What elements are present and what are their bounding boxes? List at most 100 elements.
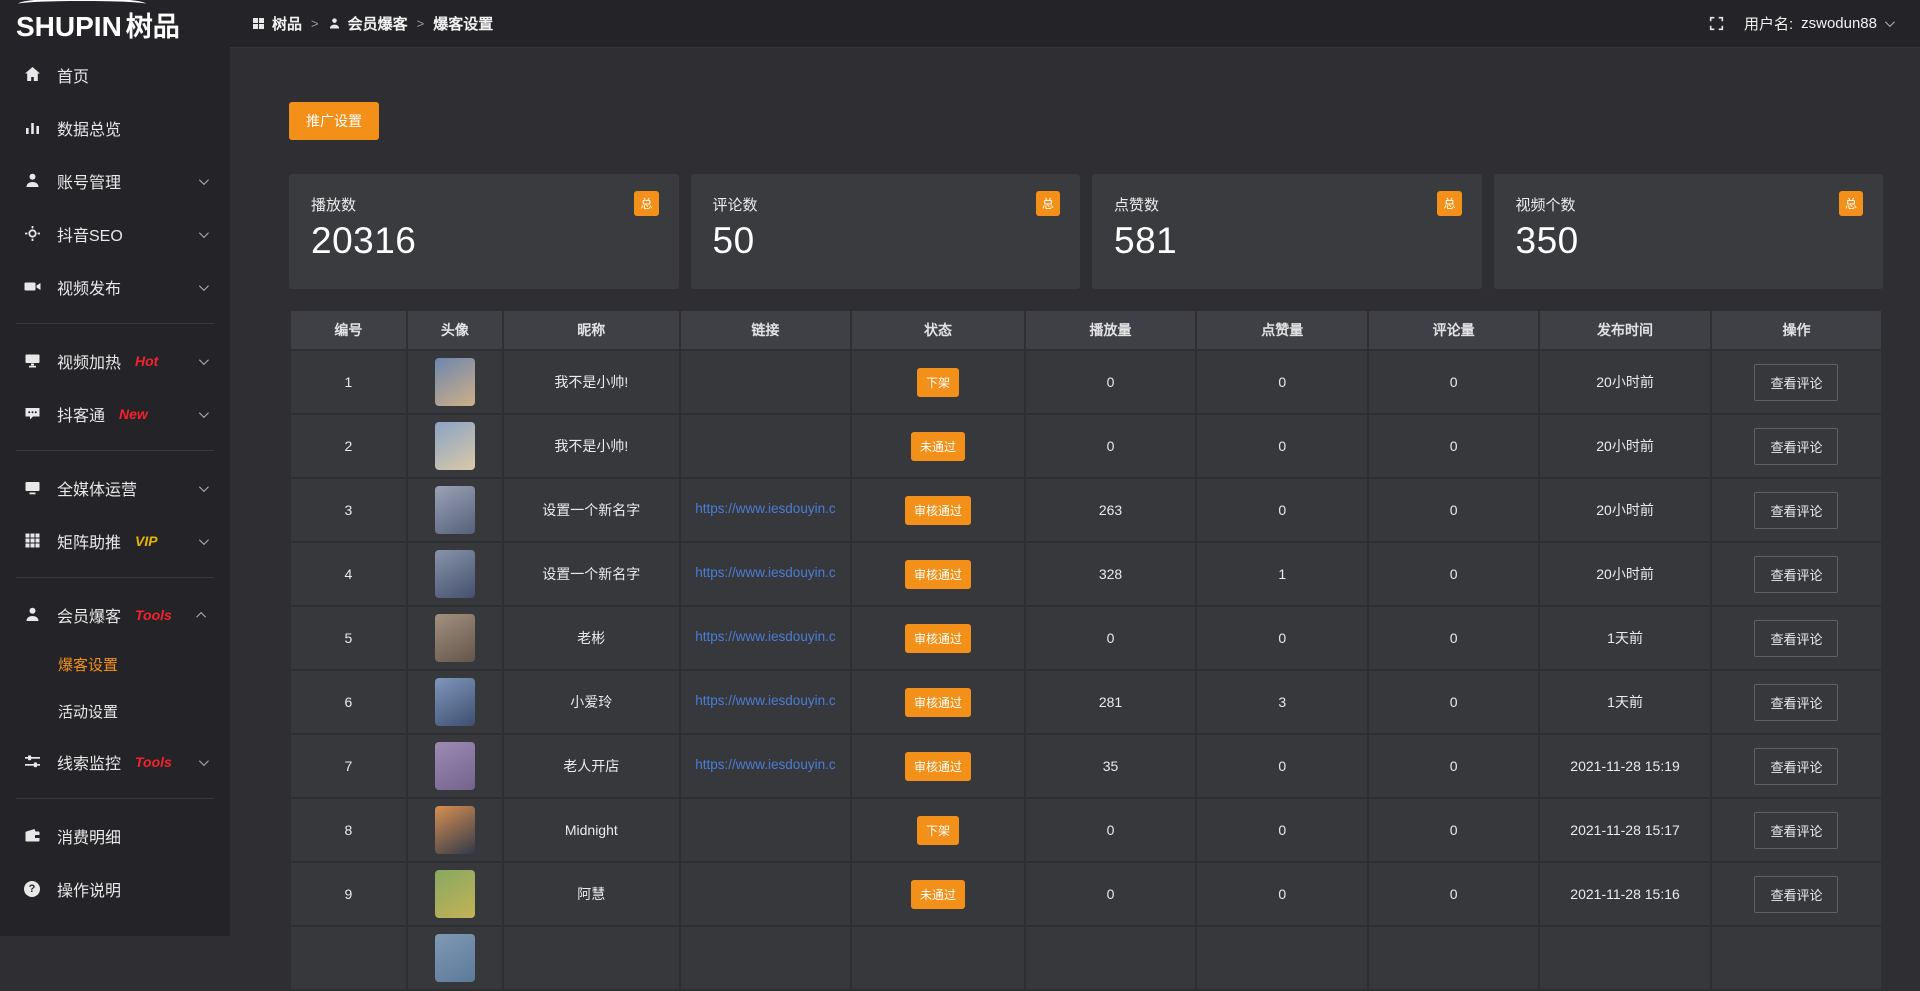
sidebar-item-video-heat[interactable]: 视频加热 Hot bbox=[0, 334, 230, 387]
status-badge: 审核通过 bbox=[905, 496, 971, 525]
cell-nickname bbox=[504, 927, 678, 989]
view-comments-button[interactable]: 查看评论 bbox=[1754, 428, 1838, 465]
cell-status: 未通过 bbox=[852, 863, 1023, 925]
col-header-likes: 点赞量 bbox=[1197, 311, 1367, 349]
video-link[interactable]: https://www.iesdouyin.c bbox=[695, 565, 835, 580]
avatar bbox=[435, 742, 475, 790]
home-icon bbox=[22, 66, 42, 83]
sidebar-subitem-activity-settings[interactable]: 活动设置 bbox=[0, 688, 230, 735]
cell-nickname: 老人开店 bbox=[504, 735, 678, 797]
stat-label: 视频个数 bbox=[1516, 194, 1862, 215]
view-comments-button[interactable]: 查看评论 bbox=[1754, 556, 1838, 593]
cell-comments: 0 bbox=[1369, 671, 1538, 733]
cell-status: 下架 bbox=[852, 351, 1023, 413]
cell-id: 5 bbox=[291, 607, 406, 669]
sidebar: SHUPIN 树品 首页 数据总览 账号管理 bbox=[0, 0, 230, 936]
cell-likes: 0 bbox=[1197, 415, 1367, 477]
video-link[interactable]: https://www.iesdouyin.c bbox=[695, 501, 835, 516]
view-comments-button[interactable]: 查看评论 bbox=[1754, 620, 1838, 657]
sidebar-item-label: 全媒体运营 bbox=[57, 476, 137, 500]
videos-table: 编号 头像 昵称 链接 状态 播放量 点赞量 评论量 发布时间 操作 1 我不是… bbox=[289, 309, 1883, 991]
view-comments-button[interactable]: 查看评论 bbox=[1754, 812, 1838, 849]
cell-comments: 0 bbox=[1369, 479, 1538, 541]
breadcrumb-item-shupin[interactable]: 树品 bbox=[252, 13, 302, 34]
col-header-status: 状态 bbox=[852, 311, 1023, 349]
cell-comments: 0 bbox=[1369, 735, 1538, 797]
table-row: 1 我不是小帅! 下架 0 0 0 20小时前 查看评论 bbox=[291, 351, 1881, 413]
sidebar-item-video-publish[interactable]: 视频发布 bbox=[0, 260, 230, 313]
fullscreen-icon[interactable] bbox=[1709, 16, 1724, 31]
view-comments-button[interactable]: 查看评论 bbox=[1754, 492, 1838, 529]
sidebar-subitem-label: 爆客设置 bbox=[58, 654, 118, 675]
cell-link bbox=[681, 351, 851, 413]
col-header-comments: 评论量 bbox=[1369, 311, 1538, 349]
cell-time: 2021-11-28 15:17 bbox=[1540, 799, 1710, 861]
gear-icon bbox=[22, 225, 42, 242]
sidebar-item-member-baoke[interactable]: 会员爆客 Tools bbox=[0, 588, 230, 641]
breadcrumb-separator: > bbox=[311, 16, 319, 31]
sidebar-item-label: 视频发布 bbox=[57, 275, 121, 299]
table-row: 6 小爱玲 https://www.iesdouyin.c 审核通过 281 3… bbox=[291, 671, 1881, 733]
cell-time: 1天前 bbox=[1540, 607, 1710, 669]
logo-text-en: SHUPIN bbox=[16, 11, 122, 43]
sidebar-item-douyin-seo[interactable]: 抖音SEO bbox=[0, 207, 230, 260]
cell-time: 20小时前 bbox=[1540, 543, 1710, 605]
cell-actions: 查看评论 bbox=[1712, 415, 1881, 477]
cell-avatar bbox=[408, 671, 502, 733]
video-link[interactable]: https://www.iesdouyin.c bbox=[695, 629, 835, 644]
sidebar-item-label: 抖音SEO bbox=[57, 222, 123, 246]
table-row: 4 设置一个新名字 https://www.iesdouyin.c 审核通过 3… bbox=[291, 543, 1881, 605]
sidebar-item-data-overview[interactable]: 数据总览 bbox=[0, 101, 230, 154]
sidebar-item-all-media[interactable]: 全媒体运营 bbox=[0, 461, 230, 514]
sidebar-subitem-baoke-settings[interactable]: 爆客设置 bbox=[0, 641, 230, 688]
cell-actions: 查看评论 bbox=[1712, 671, 1881, 733]
table-row: 8 Midnight 下架 0 0 0 2021-11-28 15:17 查看评… bbox=[291, 799, 1881, 861]
cell-time: 1天前 bbox=[1540, 671, 1710, 733]
video-link[interactable]: https://www.iesdouyin.c bbox=[695, 693, 835, 708]
cell-time: 20小时前 bbox=[1540, 415, 1710, 477]
view-comments-button[interactable]: 查看评论 bbox=[1754, 876, 1838, 913]
sidebar-divider bbox=[16, 323, 214, 324]
table-header-row: 编号 头像 昵称 链接 状态 播放量 点赞量 评论量 发布时间 操作 bbox=[291, 311, 1881, 349]
cell-avatar bbox=[408, 799, 502, 861]
total-badge: 总 bbox=[1036, 191, 1060, 216]
col-header-nickname: 昵称 bbox=[504, 311, 678, 349]
cell-plays: 0 bbox=[1026, 415, 1196, 477]
cell-nickname: Midnight bbox=[504, 799, 678, 861]
status-badge: 审核通过 bbox=[905, 624, 971, 653]
chat-icon bbox=[22, 405, 42, 422]
col-header-avatar: 头像 bbox=[408, 311, 502, 349]
cell-likes: 1 bbox=[1197, 543, 1367, 605]
cell-actions: 查看评论 bbox=[1712, 607, 1881, 669]
app-logo[interactable]: SHUPIN 树品 bbox=[0, 0, 230, 48]
view-comments-button[interactable]: 查看评论 bbox=[1754, 364, 1838, 401]
promotion-settings-button[interactable]: 推广设置 bbox=[289, 102, 379, 140]
view-comments-button[interactable]: 查看评论 bbox=[1754, 748, 1838, 785]
video-link[interactable]: https://www.iesdouyin.c bbox=[695, 757, 835, 772]
cell-id: 9 bbox=[291, 863, 406, 925]
cell-avatar bbox=[408, 351, 502, 413]
sidebar-item-matrix-boost[interactable]: 矩阵助推 VIP bbox=[0, 514, 230, 567]
sidebar-item-home[interactable]: 首页 bbox=[0, 48, 230, 101]
cell-id bbox=[291, 927, 406, 989]
view-comments-button[interactable]: 查看评论 bbox=[1754, 684, 1838, 721]
table-row: 3 设置一个新名字 https://www.iesdouyin.c 审核通过 2… bbox=[291, 479, 1881, 541]
sidebar-item-doutong[interactable]: 抖客通 New bbox=[0, 387, 230, 440]
sidebar-item-account-management[interactable]: 账号管理 bbox=[0, 154, 230, 207]
breadcrumb-item-member-baoke[interactable]: 会员爆客 bbox=[328, 13, 408, 34]
cell-comments: 0 bbox=[1369, 799, 1538, 861]
stat-value: 50 bbox=[713, 220, 1059, 262]
status-badge: 下架 bbox=[917, 816, 959, 845]
cell-likes bbox=[1197, 927, 1367, 989]
cell-plays: 0 bbox=[1026, 863, 1196, 925]
sidebar-item-clue-monitor[interactable]: 线索监控 Tools bbox=[0, 735, 230, 788]
sidebar-item-instructions[interactable]: ? 操作说明 bbox=[0, 862, 230, 915]
user-menu[interactable]: 用户名: zswodun88 bbox=[1744, 13, 1892, 34]
cell-avatar bbox=[408, 415, 502, 477]
tools-tag: Tools bbox=[135, 607, 172, 623]
username-value: zswodun88 bbox=[1801, 15, 1877, 32]
table-row-partial bbox=[291, 927, 1881, 989]
cell-actions: 查看评论 bbox=[1712, 735, 1881, 797]
chevron-down-icon bbox=[199, 225, 206, 243]
sidebar-item-consumption-details[interactable]: 消费明细 bbox=[0, 809, 230, 862]
